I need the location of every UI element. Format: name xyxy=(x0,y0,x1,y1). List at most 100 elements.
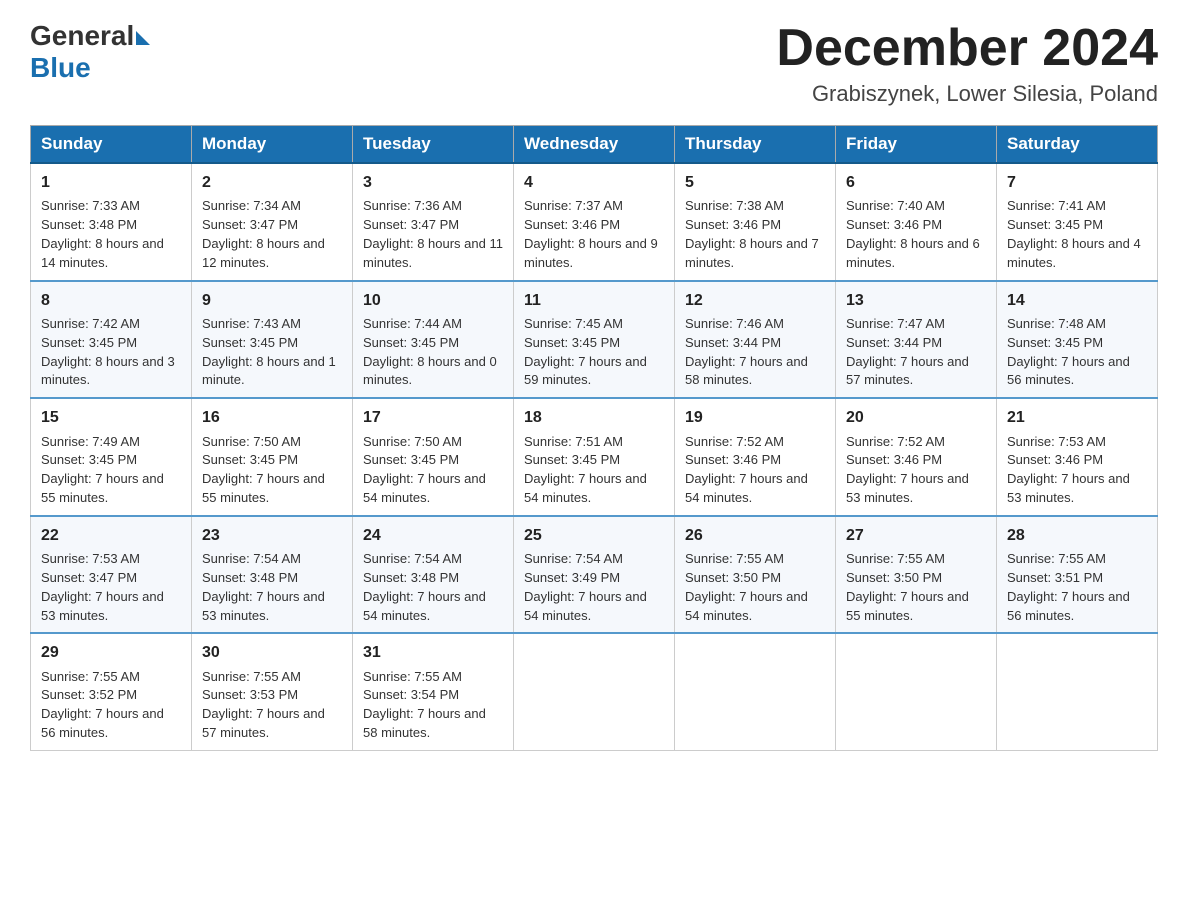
calendar-cell: 11 Sunrise: 7:45 AMSunset: 3:45 PMDaylig… xyxy=(514,281,675,399)
day-number: 2 xyxy=(202,171,342,194)
day-info: Sunrise: 7:44 AMSunset: 3:45 PMDaylight:… xyxy=(363,316,497,388)
page-header: General Blue December 2024 Grabiszynek, … xyxy=(30,20,1158,107)
day-number: 30 xyxy=(202,641,342,664)
day-number: 8 xyxy=(41,289,181,312)
calendar-cell: 25 Sunrise: 7:54 AMSunset: 3:49 PMDaylig… xyxy=(514,516,675,634)
column-header-friday: Friday xyxy=(836,126,997,164)
calendar-cell: 22 Sunrise: 7:53 AMSunset: 3:47 PMDaylig… xyxy=(31,516,192,634)
day-info: Sunrise: 7:54 AMSunset: 3:49 PMDaylight:… xyxy=(524,551,647,623)
day-info: Sunrise: 7:49 AMSunset: 3:45 PMDaylight:… xyxy=(41,434,164,506)
calendar-cell: 3 Sunrise: 7:36 AMSunset: 3:47 PMDayligh… xyxy=(353,163,514,281)
calendar-cell xyxy=(836,633,997,750)
day-info: Sunrise: 7:55 AMSunset: 3:53 PMDaylight:… xyxy=(202,669,325,741)
column-header-thursday: Thursday xyxy=(675,126,836,164)
day-number: 17 xyxy=(363,406,503,429)
calendar-cell: 28 Sunrise: 7:55 AMSunset: 3:51 PMDaylig… xyxy=(997,516,1158,634)
day-info: Sunrise: 7:40 AMSunset: 3:46 PMDaylight:… xyxy=(846,198,980,270)
column-header-wednesday: Wednesday xyxy=(514,126,675,164)
day-number: 31 xyxy=(363,641,503,664)
day-info: Sunrise: 7:38 AMSunset: 3:46 PMDaylight:… xyxy=(685,198,819,270)
week-row-2: 8 Sunrise: 7:42 AMSunset: 3:45 PMDayligh… xyxy=(31,281,1158,399)
calendar-header-row: SundayMondayTuesdayWednesdayThursdayFrid… xyxy=(31,126,1158,164)
calendar-cell: 31 Sunrise: 7:55 AMSunset: 3:54 PMDaylig… xyxy=(353,633,514,750)
title-area: December 2024 Grabiszynek, Lower Silesia… xyxy=(776,20,1158,107)
week-row-5: 29 Sunrise: 7:55 AMSunset: 3:52 PMDaylig… xyxy=(31,633,1158,750)
day-info: Sunrise: 7:53 AMSunset: 3:46 PMDaylight:… xyxy=(1007,434,1130,506)
day-info: Sunrise: 7:55 AMSunset: 3:54 PMDaylight:… xyxy=(363,669,486,741)
calendar-cell: 24 Sunrise: 7:54 AMSunset: 3:48 PMDaylig… xyxy=(353,516,514,634)
day-number: 4 xyxy=(524,171,664,194)
day-number: 9 xyxy=(202,289,342,312)
column-header-sunday: Sunday xyxy=(31,126,192,164)
column-header-saturday: Saturday xyxy=(997,126,1158,164)
calendar-cell: 9 Sunrise: 7:43 AMSunset: 3:45 PMDayligh… xyxy=(192,281,353,399)
day-number: 14 xyxy=(1007,289,1147,312)
calendar-cell: 19 Sunrise: 7:52 AMSunset: 3:46 PMDaylig… xyxy=(675,398,836,516)
day-info: Sunrise: 7:54 AMSunset: 3:48 PMDaylight:… xyxy=(363,551,486,623)
day-number: 19 xyxy=(685,406,825,429)
logo-blue-text: Blue xyxy=(30,52,91,84)
day-info: Sunrise: 7:50 AMSunset: 3:45 PMDaylight:… xyxy=(202,434,325,506)
day-info: Sunrise: 7:41 AMSunset: 3:45 PMDaylight:… xyxy=(1007,198,1141,270)
calendar-cell: 27 Sunrise: 7:55 AMSunset: 3:50 PMDaylig… xyxy=(836,516,997,634)
day-number: 12 xyxy=(685,289,825,312)
day-number: 1 xyxy=(41,171,181,194)
calendar-cell: 5 Sunrise: 7:38 AMSunset: 3:46 PMDayligh… xyxy=(675,163,836,281)
calendar-cell: 20 Sunrise: 7:52 AMSunset: 3:46 PMDaylig… xyxy=(836,398,997,516)
day-info: Sunrise: 7:37 AMSunset: 3:46 PMDaylight:… xyxy=(524,198,658,270)
calendar-cell xyxy=(675,633,836,750)
day-number: 20 xyxy=(846,406,986,429)
day-number: 25 xyxy=(524,524,664,547)
calendar-cell: 14 Sunrise: 7:48 AMSunset: 3:45 PMDaylig… xyxy=(997,281,1158,399)
day-number: 16 xyxy=(202,406,342,429)
day-number: 10 xyxy=(363,289,503,312)
day-info: Sunrise: 7:52 AMSunset: 3:46 PMDaylight:… xyxy=(846,434,969,506)
day-info: Sunrise: 7:43 AMSunset: 3:45 PMDaylight:… xyxy=(202,316,336,388)
day-info: Sunrise: 7:45 AMSunset: 3:45 PMDaylight:… xyxy=(524,316,647,388)
day-info: Sunrise: 7:46 AMSunset: 3:44 PMDaylight:… xyxy=(685,316,808,388)
logo-arrow-icon xyxy=(136,31,150,45)
calendar-cell: 17 Sunrise: 7:50 AMSunset: 3:45 PMDaylig… xyxy=(353,398,514,516)
day-number: 29 xyxy=(41,641,181,664)
calendar-cell xyxy=(997,633,1158,750)
calendar-cell: 2 Sunrise: 7:34 AMSunset: 3:47 PMDayligh… xyxy=(192,163,353,281)
day-number: 7 xyxy=(1007,171,1147,194)
logo: General Blue xyxy=(30,20,150,84)
calendar-cell: 23 Sunrise: 7:54 AMSunset: 3:48 PMDaylig… xyxy=(192,516,353,634)
day-number: 21 xyxy=(1007,406,1147,429)
calendar-cell: 26 Sunrise: 7:55 AMSunset: 3:50 PMDaylig… xyxy=(675,516,836,634)
day-number: 11 xyxy=(524,289,664,312)
column-header-monday: Monday xyxy=(192,126,353,164)
calendar-cell: 8 Sunrise: 7:42 AMSunset: 3:45 PMDayligh… xyxy=(31,281,192,399)
day-number: 27 xyxy=(846,524,986,547)
calendar-cell: 10 Sunrise: 7:44 AMSunset: 3:45 PMDaylig… xyxy=(353,281,514,399)
calendar-table: SundayMondayTuesdayWednesdayThursdayFrid… xyxy=(30,125,1158,751)
day-number: 15 xyxy=(41,406,181,429)
day-number: 3 xyxy=(363,171,503,194)
week-row-4: 22 Sunrise: 7:53 AMSunset: 3:47 PMDaylig… xyxy=(31,516,1158,634)
calendar-cell: 12 Sunrise: 7:46 AMSunset: 3:44 PMDaylig… xyxy=(675,281,836,399)
day-number: 13 xyxy=(846,289,986,312)
day-info: Sunrise: 7:55 AMSunset: 3:52 PMDaylight:… xyxy=(41,669,164,741)
day-info: Sunrise: 7:51 AMSunset: 3:45 PMDaylight:… xyxy=(524,434,647,506)
day-number: 23 xyxy=(202,524,342,547)
day-info: Sunrise: 7:50 AMSunset: 3:45 PMDaylight:… xyxy=(363,434,486,506)
day-number: 5 xyxy=(685,171,825,194)
calendar-cell xyxy=(514,633,675,750)
day-number: 18 xyxy=(524,406,664,429)
day-info: Sunrise: 7:47 AMSunset: 3:44 PMDaylight:… xyxy=(846,316,969,388)
day-info: Sunrise: 7:55 AMSunset: 3:51 PMDaylight:… xyxy=(1007,551,1130,623)
calendar-cell: 1 Sunrise: 7:33 AMSunset: 3:48 PMDayligh… xyxy=(31,163,192,281)
week-row-3: 15 Sunrise: 7:49 AMSunset: 3:45 PMDaylig… xyxy=(31,398,1158,516)
day-info: Sunrise: 7:53 AMSunset: 3:47 PMDaylight:… xyxy=(41,551,164,623)
day-info: Sunrise: 7:54 AMSunset: 3:48 PMDaylight:… xyxy=(202,551,325,623)
week-row-1: 1 Sunrise: 7:33 AMSunset: 3:48 PMDayligh… xyxy=(31,163,1158,281)
calendar-cell: 18 Sunrise: 7:51 AMSunset: 3:45 PMDaylig… xyxy=(514,398,675,516)
day-info: Sunrise: 7:55 AMSunset: 3:50 PMDaylight:… xyxy=(846,551,969,623)
location-title: Grabiszynek, Lower Silesia, Poland xyxy=(776,81,1158,107)
calendar-cell: 7 Sunrise: 7:41 AMSunset: 3:45 PMDayligh… xyxy=(997,163,1158,281)
day-info: Sunrise: 7:33 AMSunset: 3:48 PMDaylight:… xyxy=(41,198,164,270)
day-info: Sunrise: 7:34 AMSunset: 3:47 PMDaylight:… xyxy=(202,198,325,270)
calendar-cell: 16 Sunrise: 7:50 AMSunset: 3:45 PMDaylig… xyxy=(192,398,353,516)
column-header-tuesday: Tuesday xyxy=(353,126,514,164)
